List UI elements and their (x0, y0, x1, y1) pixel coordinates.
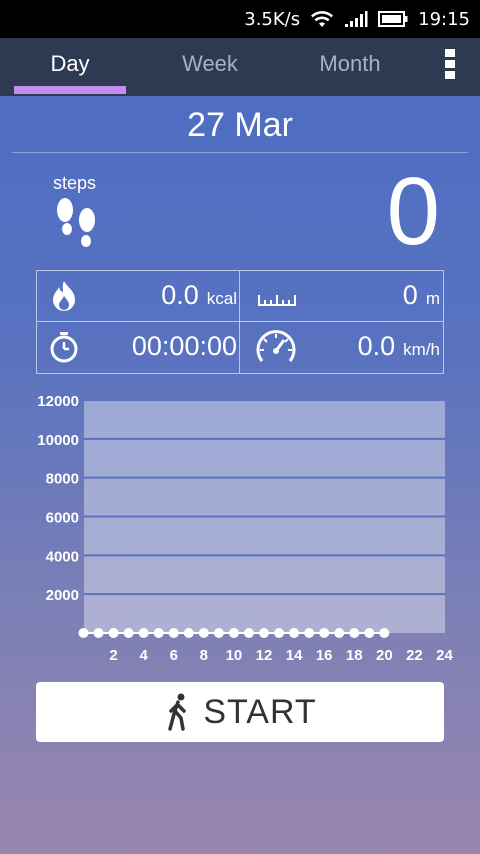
network-speed: 3.5K/s (244, 8, 301, 30)
chart-x-tick-label: 22 (406, 647, 423, 664)
signal-icon (344, 10, 368, 28)
calories-cell: 0.0 kcal (37, 271, 237, 321)
chart-data-point (304, 628, 315, 638)
chart-y-tick-label: 12000 (37, 393, 79, 410)
chart-data-point (364, 628, 375, 638)
stats-grid: 0.0 kcal 0 m 00:00:00 0.0 km/h (36, 270, 444, 374)
walking-person-icon (168, 693, 187, 731)
date-title: 27 Mar (187, 106, 293, 144)
chart-data-point (243, 628, 254, 638)
duration-value-group: 00:00:00 (132, 322, 237, 372)
start-button-label: START (203, 692, 317, 731)
duration-value: 00:00:00 (131, 331, 237, 361)
divider (12, 152, 468, 153)
tab-bar: Day Week Month (0, 38, 480, 96)
chart-data-point (123, 628, 134, 638)
start-button[interactable]: START (36, 682, 444, 742)
chart-x-tick-label: 4 (139, 647, 148, 664)
chart-data-point (259, 628, 269, 638)
speed-cell: 0.0 km/h (240, 322, 440, 372)
chart-data-point (198, 628, 209, 638)
chart-data-point (168, 628, 179, 638)
chart-data-point (213, 628, 224, 638)
chart-y-tick-label: 10000 (37, 432, 79, 449)
chart-data-point (334, 628, 345, 638)
chart-data-point (228, 628, 239, 638)
chart-x-tick-label: 2 (109, 647, 117, 664)
wifi-icon (310, 10, 334, 28)
speed-value: 0.0 (357, 331, 396, 361)
steps-chart: 200040006000800010000120002 4 6 8 10 12 14 16 18… (37, 393, 453, 664)
chart-x-tick-label: 16 (316, 647, 333, 664)
steps-label: steps (53, 173, 97, 193)
clock: 19:15 (418, 8, 470, 30)
chart-data-point (349, 628, 360, 638)
chart-x-tick-label: 12 (256, 647, 273, 664)
chart-x-tick-label: 18 (346, 647, 363, 664)
chart-y-tick-label: 8000 (46, 471, 79, 488)
calories-unit: kcal (206, 289, 237, 308)
tab-indicator (14, 86, 126, 94)
duration-cell: 00:00:00 (37, 322, 237, 372)
distance-value: 0 (402, 280, 418, 310)
flame-icon (53, 281, 75, 311)
tab-week[interactable]: Week (154, 38, 266, 96)
speed-value-group: 0.0 km/h (358, 322, 440, 372)
chart-data-point (274, 628, 285, 638)
chart-x-tick-label: 14 (286, 647, 303, 664)
chart-y-tick-label: 4000 (46, 548, 79, 565)
chart-data-point (183, 628, 194, 638)
ruler-icon (258, 295, 296, 306)
chart-data-point (78, 628, 89, 638)
speedometer-icon (256, 330, 296, 362)
tab-month[interactable]: Month (294, 38, 406, 96)
chart-data-point (93, 628, 104, 638)
overflow-menu-icon[interactable] (440, 46, 460, 86)
distance-value-group: 0 m (403, 271, 440, 321)
status-bar: 3.5K/s 19:15 (0, 0, 480, 38)
chart-y-tick-label: 6000 (46, 510, 79, 527)
distance-unit: m (425, 289, 440, 308)
chart-data-point (138, 628, 149, 638)
chart-data-point (319, 628, 330, 638)
chart-x-tick-label: 8 (200, 647, 208, 664)
steps-value: 0 (386, 158, 440, 265)
calories-value-group: 0.0 kcal (161, 271, 237, 321)
chart-data-point (289, 628, 300, 638)
battery-icon (378, 11, 408, 27)
footprints-icon (57, 198, 95, 247)
chart-x-tick-label: 6 (170, 647, 178, 664)
stopwatch-icon (50, 332, 78, 363)
chart-x-tick-label: 20 (376, 647, 393, 664)
distance-cell: 0 m (240, 271, 440, 321)
speed-unit: km/h (403, 340, 440, 359)
chart-x-tick-label: 24 (436, 647, 453, 664)
chart-y-tick-label: 2000 (46, 587, 79, 604)
calories-value: 0.0 (161, 280, 199, 310)
chart-data-point (379, 628, 390, 638)
chart-x-tick-label: 10 (226, 647, 243, 664)
chart-data-point (153, 628, 164, 638)
chart-data-point (108, 628, 119, 638)
